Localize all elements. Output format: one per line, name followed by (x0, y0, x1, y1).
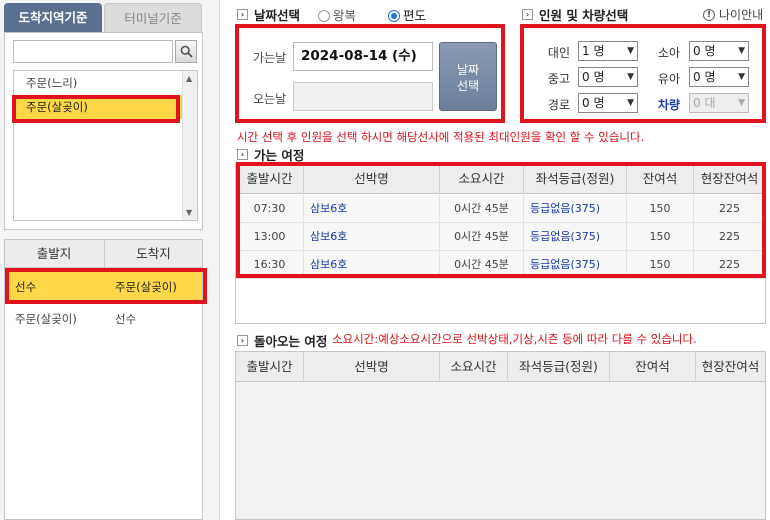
vehicle-label: 차량 (657, 98, 680, 112)
return-schedule-table: 출발시간 선박명 소요시간 좌석등급(정원) 잔여석 현장잔여석 (235, 351, 766, 520)
route-from: 주문(살곶이) (15, 312, 77, 326)
date-section-label: 날짜선택 (254, 8, 301, 23)
chevron-down-icon: ▼ (738, 72, 745, 82)
route-table-header: 출발지 도착지 (5, 240, 202, 268)
info-icon: ! (703, 8, 715, 21)
date-section-title: › 날짜선택 (237, 5, 300, 24)
notice-max-people: 시간 선택 후 인원을 선택 하시면 해당선사에 적용된 최대인원을 확인 할 … (237, 130, 645, 144)
child-value: 0 명 (693, 44, 716, 58)
select-date-line1: 날짜 (456, 63, 480, 77)
search-button[interactable] (175, 40, 197, 63)
chevron-right-icon: › (237, 9, 248, 20)
col-seat-grade: 좌석등급(정원) (508, 352, 610, 382)
scroll-down-icon[interactable]: ▼ (186, 208, 192, 217)
trip-oneway-option[interactable]: 편도 (388, 5, 426, 24)
trip-round-option[interactable]: 왕복 (318, 5, 356, 24)
senior-select[interactable]: 0 명 ▼ (578, 93, 638, 113)
col-onsite-remaining: 현장잔여석 (701, 359, 760, 374)
people-select-box: 대인 1 명 ▼ 중고 0 명 ▼ 경로 0 명 ▼ 소아 0 명 ▼ 유아 0 명 ▼ … (520, 24, 766, 123)
select-date-button[interactable]: 날짜 선택 (439, 42, 497, 111)
child-select[interactable]: 0 명 ▼ (689, 41, 749, 61)
child-label: 소아 (657, 46, 680, 60)
chevron-right-icon: › (522, 9, 533, 20)
port-search-input[interactable] (13, 40, 173, 63)
select-date-line2: 선택 (456, 79, 480, 93)
route-to: 선수 (115, 312, 137, 326)
return-section-label: 돌아오는 여정 (254, 334, 328, 349)
people-section-label: 인원 및 차량선택 (539, 8, 629, 23)
chevron-right-icon: › (237, 149, 248, 160)
radio-one-way[interactable] (388, 10, 400, 22)
senior-value: 0 명 (582, 96, 605, 110)
search-icon (180, 45, 193, 58)
trip-round-label: 왕복 (333, 8, 357, 23)
age-guide-label: 나이안내 (719, 8, 764, 22)
col-ship-name: 선박명 (304, 352, 440, 382)
radio-round-trip[interactable] (318, 10, 330, 22)
chevron-down-icon: ▼ (627, 72, 634, 82)
adult-value: 1 명 (582, 44, 605, 58)
scroll-up-icon[interactable]: ▲ (186, 74, 192, 83)
annotation-highlight-port (12, 95, 180, 123)
col-remaining: 잔여석 (610, 352, 696, 382)
chevron-down-icon: ▼ (738, 46, 745, 56)
senior-label: 경로 (547, 98, 570, 112)
go-date-label: 가는날 (253, 51, 287, 65)
port-list-item[interactable]: 주문(느리) (15, 71, 183, 95)
chevron-down-icon: ▼ (738, 98, 745, 108)
return-date-field[interactable] (293, 82, 433, 111)
teen-label: 중고 (547, 72, 570, 86)
annotation-highlight-route (5, 268, 207, 304)
infant-label: 유아 (657, 72, 680, 86)
port-list: 주문(느리) 주문(살곶이) ▲ ▼ (13, 70, 198, 221)
vehicle-select[interactable]: 0 대 ▼ (689, 93, 749, 113)
date-select-box: 가는날 2024-08-14 (수) 오는날 날짜 선택 (235, 24, 505, 123)
col-duration: 소요시간 (440, 352, 508, 382)
return-date-label: 오는날 (253, 92, 287, 106)
adult-label: 대인 (547, 46, 570, 60)
route-header-to: 도착지 (104, 240, 202, 268)
infant-value: 0 명 (693, 70, 716, 84)
vehicle-value: 0 대 (693, 96, 716, 110)
return-table-header: 출발시간 선박명 소요시간 좌석등급(정원) 잔여석 현장잔여석 (236, 352, 765, 382)
people-section-title: › 인원 및 차량선택 (522, 5, 628, 24)
chevron-right-icon: › (237, 335, 248, 346)
chevron-down-icon: ▼ (627, 46, 634, 56)
teen-select[interactable]: 0 명 ▼ (578, 67, 638, 87)
notice-duration: 소요시간:예상소요시간으로 선박상태,기상,시즌 등에 따라 다를 수 있습니다… (332, 332, 697, 346)
tab-by-terminal[interactable]: 터미널기준 (104, 3, 202, 32)
port-search-panel: 주문(느리) 주문(살곶이) ▲ ▼ (4, 32, 203, 230)
chevron-down-icon: ▼ (627, 98, 634, 108)
col-departure-time: 출발시간 (236, 352, 304, 382)
return-section-title: › 돌아오는 여정 (237, 331, 327, 350)
adult-select[interactable]: 1 명 ▼ (578, 41, 638, 61)
teen-value: 0 명 (582, 70, 605, 84)
infant-select[interactable]: 0 명 ▼ (689, 67, 749, 87)
tab-by-destination[interactable]: 도착지역기준 (4, 3, 102, 32)
route-header-from: 출발지 (36, 246, 72, 261)
port-list-scrollbar[interactable]: ▲ ▼ (182, 71, 197, 220)
go-date-field[interactable]: 2024-08-14 (수) (293, 42, 433, 71)
annotation-highlight-schedule (236, 162, 766, 278)
age-guide-link[interactable]: ! 나이안내 (703, 6, 763, 23)
route-row[interactable]: 주문(살곶이) 선수 (5, 304, 202, 334)
left-panel: 도착지역기준 터미널기준 주문(느리) 주문(살곶이) ▲ ▼ 출발지 도착지 … (0, 0, 220, 520)
trip-oneway-label: 편도 (403, 8, 427, 23)
